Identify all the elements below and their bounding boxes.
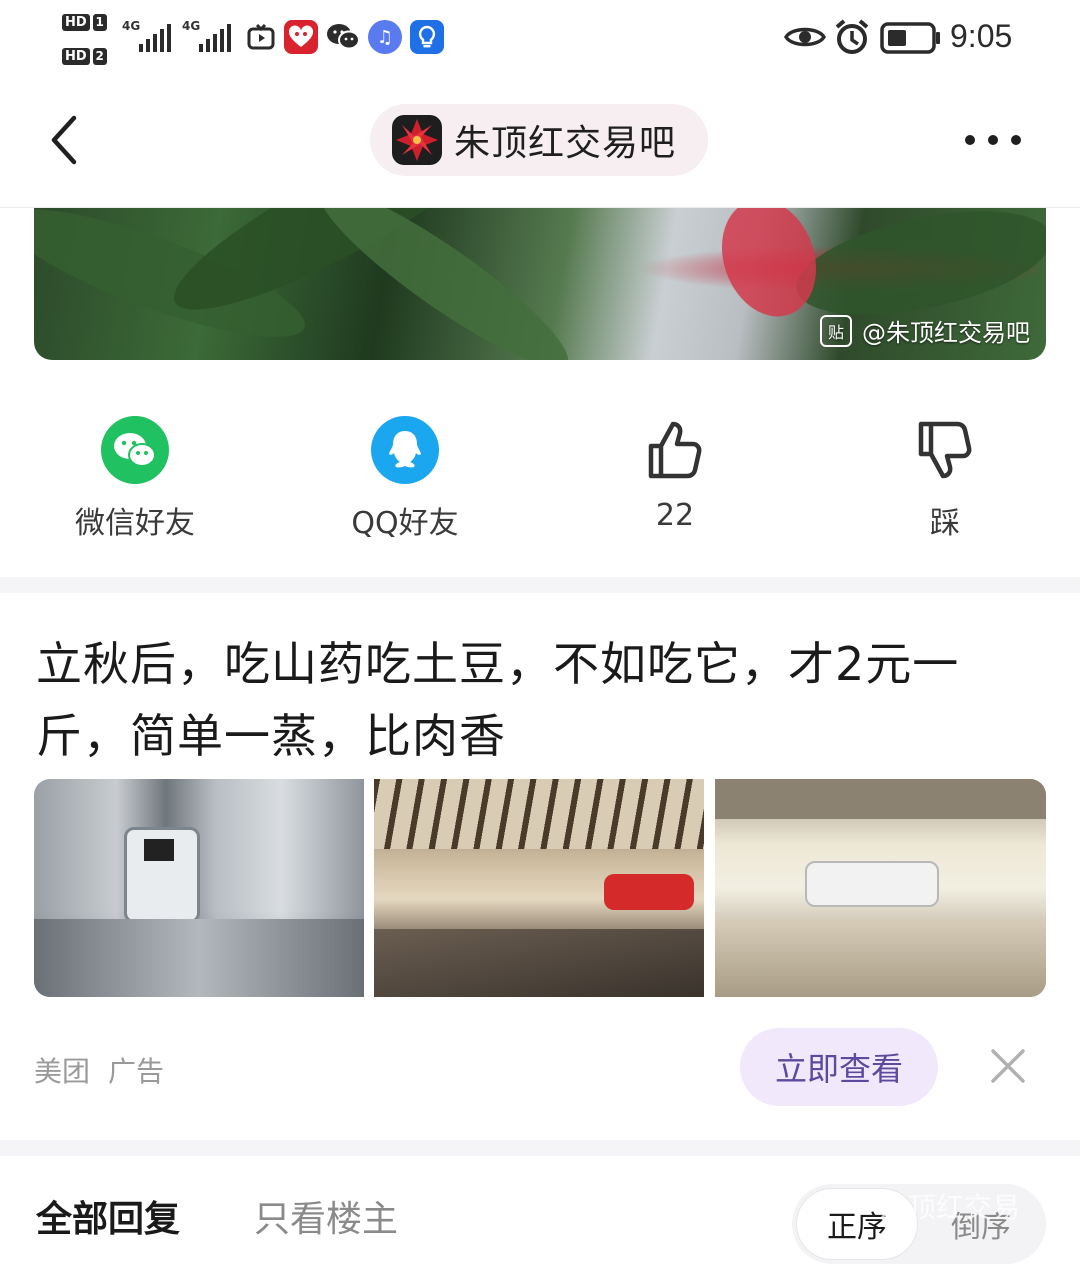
image-watermark: 贴 @朱顶红交易吧 <box>820 313 1030 348</box>
sim1-indicator: HD 1 <box>62 12 107 31</box>
forum-name: 朱顶红交易吧 <box>454 123 677 164</box>
more-options-icon[interactable] <box>962 128 1026 152</box>
shopping-app-icon <box>284 20 318 54</box>
qq-icon <box>371 416 439 484</box>
ad-photo[interactable] <box>34 779 364 997</box>
back-icon[interactable] <box>40 110 90 170</box>
tieba-icon: 贴 <box>820 314 852 347</box>
sim2-indicator: HD 2 <box>62 46 107 65</box>
status-bar: HD 1 HD 2 4G 4G ♫ 9:05 <box>0 0 1080 78</box>
overlay-watermark: 朱顶红交易 <box>880 1191 1021 1224</box>
bulb-app-icon <box>410 20 444 54</box>
network-type: 4G <box>182 19 201 33</box>
tab-op-only[interactable]: 只看楼主 <box>254 1190 398 1242</box>
action-label: 踩 <box>930 506 960 541</box>
music-app-icon: ♫ <box>368 20 402 54</box>
advertiser-name: 美团 <box>34 1055 91 1088</box>
like-button[interactable]: 22 <box>575 410 775 533</box>
clock: 9:05 <box>950 18 1013 54</box>
share-qq-button[interactable]: QQ好友 <box>305 410 505 542</box>
ad-photo[interactable] <box>374 779 704 997</box>
view-now-button[interactable]: 立即查看 <box>740 1028 938 1106</box>
wechat-status-icon <box>326 20 360 54</box>
watermark-text: @朱顶红交易吧 <box>862 319 1030 347</box>
share-wechat-button[interactable]: 微信好友 <box>35 410 235 542</box>
tv-app-icon <box>244 20 278 54</box>
sim-number: 1 <box>92 14 107 31</box>
like-count: 22 <box>655 498 695 533</box>
wechat-icon <box>101 416 169 484</box>
thumbs-down-icon <box>911 416 979 484</box>
action-label: 微信好友 <box>75 506 195 541</box>
post-image[interactable]: 贴 @朱顶红交易吧 <box>34 208 1046 360</box>
ad-photo[interactable] <box>715 779 1046 997</box>
forum-header-button[interactable]: 朱顶红交易吧 <box>370 104 708 176</box>
section-divider <box>0 577 1080 593</box>
ad-tag: 广告 <box>108 1055 165 1088</box>
ad-title[interactable]: 立秋后，吃山药吃土豆，不如吃它，才2元一斤，简单一蒸，比肉香 <box>36 628 1046 772</box>
thumbs-up-icon <box>641 416 709 484</box>
tab-all-replies[interactable]: 全部回复 <box>36 1190 180 1242</box>
battery-icon <box>880 22 942 58</box>
action-label: QQ好友 <box>351 506 459 541</box>
sim-number: 2 <box>92 48 107 65</box>
eye-icon <box>784 22 826 56</box>
forum-logo-icon <box>392 115 442 165</box>
network-type: 4G <box>122 19 141 33</box>
dislike-button[interactable]: 踩 <box>845 410 1045 542</box>
ad-source: 美团 广告 <box>34 1050 182 1090</box>
hd-badge: HD <box>62 14 90 31</box>
alarm-icon <box>834 18 870 60</box>
hd-badge: HD <box>62 48 90 65</box>
close-icon[interactable] <box>990 1048 1026 1084</box>
section-divider <box>0 1140 1080 1156</box>
